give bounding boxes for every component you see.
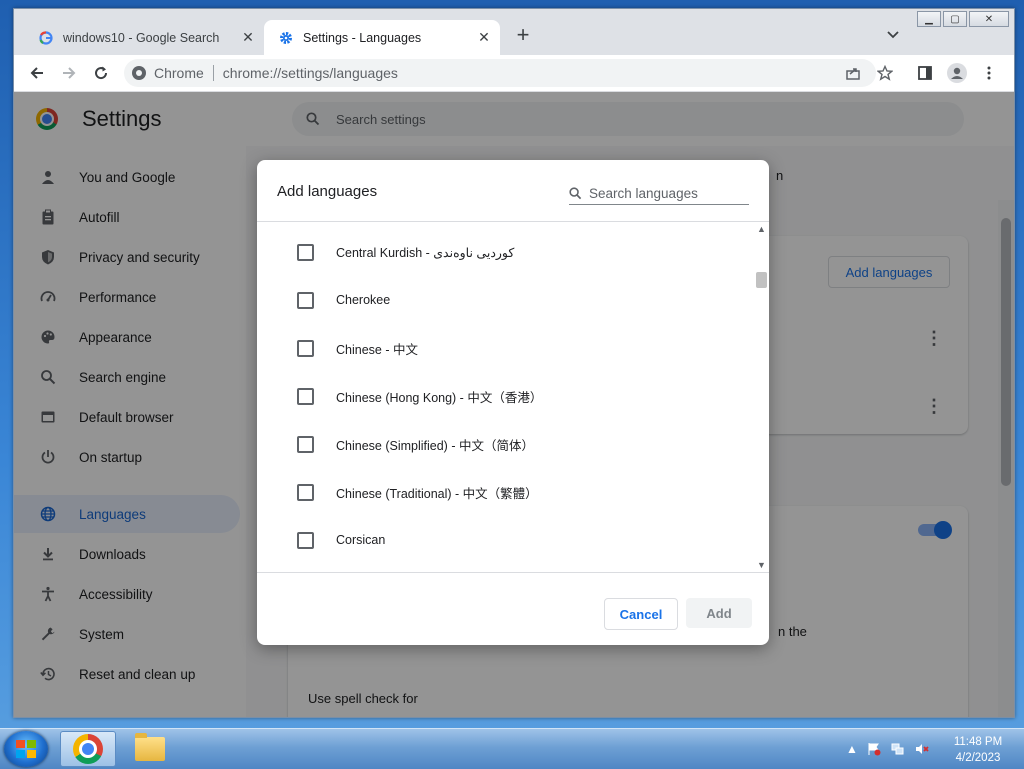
taskbar-clock[interactable]: 11:48 PM 4/2/2023	[942, 734, 1014, 766]
dialog-title: Add languages	[277, 183, 378, 200]
language-label: Cherokee	[336, 293, 391, 307]
chrome-chip[interactable]: Chrome	[132, 65, 204, 81]
language-label: Chinese (Traditional) - 中文（繁體）	[336, 486, 538, 501]
tab-title: windows10 - Google Search	[63, 30, 220, 45]
list-item[interactable]: Cherokee	[257, 276, 754, 324]
side-panel-icon[interactable]	[914, 62, 936, 84]
tab-title: Settings - Languages	[303, 30, 422, 45]
windows-taskbar: ▲ 11:48 PM 4/2/2023	[0, 728, 1024, 769]
language-checkbox[interactable]	[297, 387, 314, 405]
maximize-button[interactable]: ▢	[943, 11, 967, 27]
divider	[257, 572, 769, 573]
system-tray: ▲ 11:48 PM 4/2/2023	[840, 729, 1024, 769]
tab-settings-languages[interactable]: Settings - Languages ✕	[264, 20, 500, 55]
cancel-button[interactable]: Cancel	[604, 598, 678, 630]
volume-muted-icon[interactable]	[914, 741, 930, 757]
taskbar-chrome-button[interactable]	[60, 731, 116, 767]
new-tab-button[interactable]: +	[512, 24, 534, 47]
list-item[interactable]: Corsican	[257, 516, 754, 564]
scrollbar-thumb[interactable]	[756, 272, 767, 288]
forward-arrow-icon[interactable]	[58, 62, 80, 84]
search-languages-input[interactable]: Search languages	[569, 182, 749, 205]
language-checkbox[interactable]	[297, 339, 314, 357]
menu-kebab-icon[interactable]	[978, 62, 1000, 84]
chevron-down-icon[interactable]	[886, 27, 904, 45]
language-checkbox[interactable]	[297, 435, 314, 453]
scroll-up-arrow-icon[interactable]: ▲	[757, 224, 766, 234]
windows-logo-icon	[16, 740, 36, 758]
list-item[interactable]: Central Kurdish - کوردیی ناوەندی	[257, 228, 754, 276]
chrome-logo-icon	[132, 66, 146, 80]
folder-icon	[135, 733, 165, 761]
list-item[interactable]: Chinese - 中文	[257, 324, 754, 372]
share-icon[interactable]	[842, 62, 864, 84]
add-languages-dialog: Add languages Search languages Central K…	[257, 160, 769, 645]
list-item[interactable]: Chinese (Traditional) - 中文（繁體）	[257, 468, 754, 516]
add-button[interactable]: Add	[686, 598, 752, 628]
tab-google-search[interactable]: windows10 - Google Search ✕	[24, 20, 264, 55]
language-label: Chinese (Simplified) - 中文（简体）	[336, 438, 534, 453]
action-center-flag-icon[interactable]	[866, 741, 882, 757]
language-label: Central Kurdish - کوردیی ناوەندی	[336, 245, 515, 260]
search-icon	[569, 186, 583, 200]
settings-page: Settings Search settings You and Google …	[14, 92, 1014, 717]
chrome-logo-icon	[73, 734, 103, 764]
window-close-button[interactable]: ✕	[969, 11, 1009, 27]
show-hidden-icons-icon[interactable]: ▲	[844, 741, 860, 757]
tab-strip: windows10 - Google Search ✕ Settings - L…	[14, 9, 1014, 55]
start-button[interactable]	[4, 731, 48, 767]
taskbar-explorer-button[interactable]	[122, 731, 178, 767]
language-label: Chinese - 中文	[336, 342, 418, 357]
scroll-down-arrow-icon[interactable]: ▼	[757, 560, 766, 570]
back-arrow-icon[interactable]	[26, 62, 48, 84]
language-label: Corsican	[336, 533, 386, 547]
language-label: Chinese (Hong Kong) - 中文（香港）	[336, 390, 543, 405]
search-placeholder: Search languages	[589, 185, 698, 201]
browser-window: windows10 - Google Search ✕ Settings - L…	[13, 8, 1015, 718]
separator	[212, 65, 214, 81]
profile-avatar-icon[interactable]	[946, 62, 968, 84]
bookmark-star-icon[interactable]	[874, 62, 896, 84]
chip-label: Chrome	[154, 65, 204, 81]
google-g-icon	[38, 30, 54, 46]
browser-toolbar: Chrome chrome://settings/languages	[14, 55, 1014, 92]
close-icon[interactable]: ✕	[476, 29, 492, 45]
clock-date: 4/2/2023	[955, 752, 1001, 764]
language-checkbox[interactable]	[297, 531, 314, 549]
clock-time: 11:48 PM	[953, 736, 1003, 748]
list-item[interactable]: Chinese (Simplified) - 中文（简体）	[257, 420, 754, 468]
network-icon[interactable]	[890, 741, 906, 757]
url-text: chrome://settings/languages	[222, 65, 398, 81]
language-checkbox[interactable]	[297, 291, 314, 309]
settings-gear-icon	[278, 30, 294, 46]
address-bar[interactable]: Chrome chrome://settings/languages	[124, 59, 876, 87]
language-list-scrollbar[interactable]: ▲ ▼	[754, 222, 769, 572]
list-item[interactable]: Chinese (Hong Kong) - 中文（香港）	[257, 372, 754, 420]
language-checkbox[interactable]	[297, 483, 314, 501]
close-icon[interactable]: ✕	[240, 29, 256, 45]
reload-icon[interactable]	[90, 62, 112, 84]
language-list: Central Kurdish - کوردیی ناوەندی Cheroke…	[257, 222, 754, 572]
minimize-button[interactable]: ▁	[917, 11, 941, 27]
language-checkbox[interactable]	[297, 243, 314, 261]
